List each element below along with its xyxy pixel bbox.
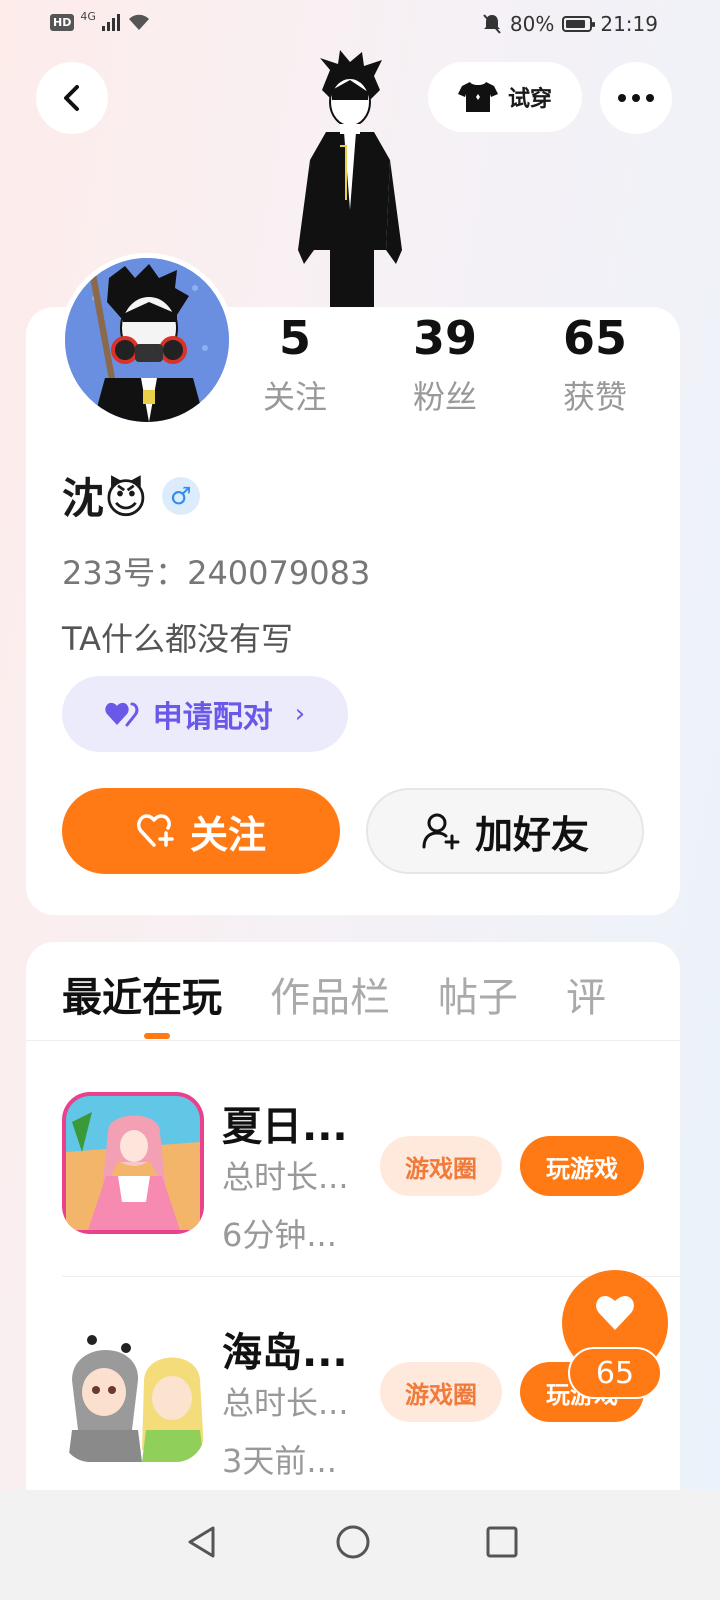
game-title: 海岛... [222,1330,348,1376]
follow-label: 关注 [189,812,266,857]
pair-request-button[interactable]: 申请配对 › [62,676,348,752]
likes-label: 获赞 [562,378,627,416]
game-duration: 总时长... [222,1384,349,1422]
clock: 21:19 [600,12,658,36]
game-thumbnail-image [62,1092,204,1234]
signal-icon [101,13,120,31]
system-nav-bar [0,1490,720,1600]
try-on-button[interactable]: 试穿 [428,62,582,132]
following-stat[interactable]: 5 关注 [220,310,370,418]
heart-icon [596,1296,634,1330]
nav-recents-button[interactable] [472,1512,532,1572]
battery-icon [562,16,596,32]
play-game-button[interactable]: 玩游戏 [520,1136,644,1196]
profile-tabs: 最近在玩 作品栏 帖子 评 [62,965,680,1023]
chevron-right-icon: › [294,699,306,729]
battery-percent: 80% [509,12,555,36]
game-duration: 总时长... [222,1158,349,1196]
add-user-icon [422,813,460,850]
double-heart-icon [105,702,139,727]
tab-divider [26,1040,680,1041]
hd-badge: HD [50,13,75,31]
heart-plus-icon [137,814,174,847]
nav-home-button[interactable] [323,1512,383,1572]
triangle-back-icon [188,1526,215,1558]
game-icon-summer[interactable] [62,1092,204,1234]
username: 沈😈 [62,474,148,523]
chevron-left-icon [64,85,79,111]
male-gender-icon: ♂ [161,476,200,515]
fans-count: 39 [412,311,477,365]
game-last-played: 3天前... [222,1442,337,1480]
add-friend-label: 加好友 [474,812,589,857]
fans-stat[interactable]: 39 粉丝 [370,310,520,418]
game-last-played: 6分钟... [222,1216,337,1254]
fans-label: 粉丝 [412,378,477,416]
list-item[interactable]: 夏日... 总时长... 6分钟... 游戏圈 玩游戏 [26,1080,680,1260]
tab-recently-played[interactable]: 最近在玩 [62,965,222,1023]
mute-bell-icon [483,14,501,34]
square-recents-icon [486,1526,518,1558]
profile-stats: 5 关注 39 粉丝 65 获赞 [220,310,670,418]
like-count-badge: 65 [568,1347,662,1399]
more-dots-icon [618,94,654,102]
name-row: 沈😈 ♂ [62,465,200,526]
user-id: 233号：240079083 [62,554,371,592]
game-circle-button[interactable]: 游戏圈 [380,1362,502,1422]
following-count: 5 [278,311,311,365]
tab-reviews[interactable]: 评 [566,965,606,1023]
avatar-figure-image [298,50,402,308]
try-on-label: 试穿 [507,87,552,112]
game-title: 夏日... [222,1104,348,1150]
game-circle-button[interactable]: 游戏圈 [380,1136,502,1196]
status-bar: HD 4G 80% 21:19 [0,0,720,52]
avatar[interactable] [60,253,234,427]
game-thumbnail-image [62,1320,204,1462]
avatar-image [65,258,229,422]
add-friend-button[interactable]: 加好友 [366,788,644,874]
game-icon-island[interactable] [62,1320,204,1462]
following-label: 关注 [262,378,327,416]
pair-request-label: 申请配对 [152,700,273,735]
tab-posts[interactable]: 帖子 [438,965,518,1023]
tab-works[interactable]: 作品栏 [270,965,390,1023]
bio: TA什么都没有写 [62,620,293,658]
likes-count: 65 [562,311,627,365]
network-type: 4G [80,9,96,23]
back-button[interactable] [36,62,108,134]
follow-button[interactable]: 关注 [62,788,340,874]
tshirt-icon [457,82,498,112]
more-button[interactable] [600,62,672,134]
circle-home-icon [336,1525,370,1559]
nav-back-button[interactable] [172,1512,232,1572]
wifi-icon [128,14,149,30]
likes-stat[interactable]: 65 获赞 [520,310,670,418]
tab-indicator [144,1033,170,1039]
